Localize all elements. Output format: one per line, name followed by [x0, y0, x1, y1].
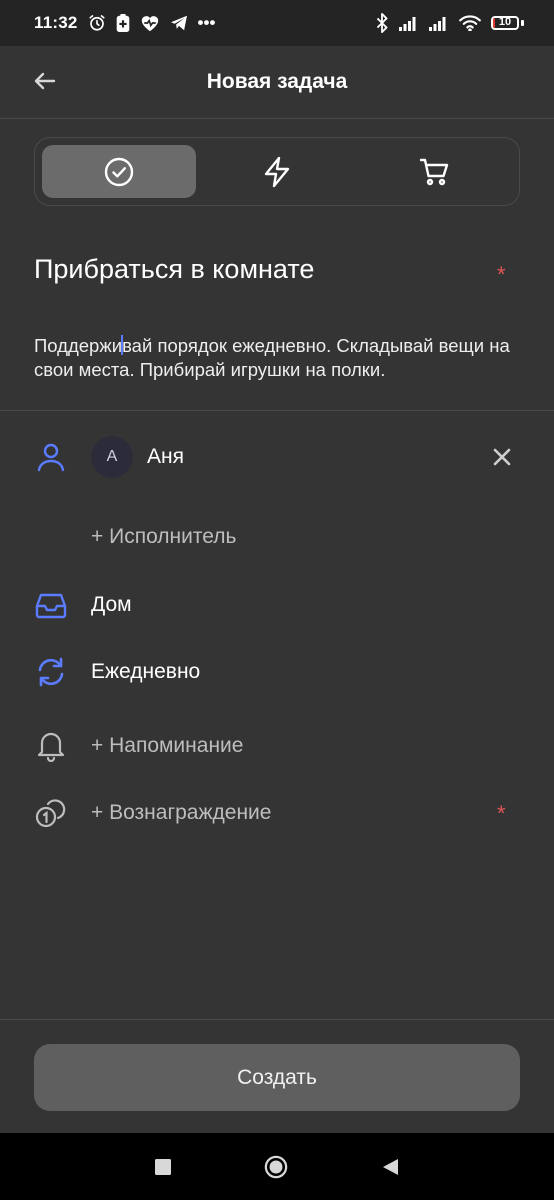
square-icon [155, 1159, 171, 1175]
category-label: Дом [91, 593, 132, 616]
status-bar: 11:32 ••• 10 [0, 0, 554, 46]
reminder-label: + Напоминание [91, 734, 244, 757]
home-circle-icon [264, 1155, 288, 1179]
user-icon [34, 440, 68, 474]
app-header: Новая задача [0, 46, 554, 118]
assignee-row: А Аня [0, 429, 554, 485]
wifi-icon [459, 15, 481, 31]
repeat-row[interactable]: Ежедневно [0, 644, 554, 700]
telegram-icon [170, 15, 188, 31]
bell-icon [34, 729, 68, 763]
inbox-icon [34, 588, 68, 622]
back-button[interactable] [28, 64, 62, 98]
navigation-bar [0, 1133, 554, 1200]
lightning-icon [264, 156, 290, 187]
coins-icon [34, 796, 68, 830]
close-icon [493, 448, 511, 466]
create-button[interactable]: Создать [34, 1044, 520, 1111]
shopping-cart-icon [419, 158, 449, 185]
header-divider [0, 118, 554, 119]
home-button[interactable] [264, 1155, 288, 1179]
refresh-icon [34, 655, 68, 689]
add-assignee-button[interactable]: + Исполнитель [0, 509, 554, 565]
bluetooth-icon [375, 13, 389, 33]
back-nav-button[interactable] [378, 1155, 402, 1179]
triangle-back-icon [383, 1159, 398, 1175]
signal-icon [399, 15, 419, 31]
battery-saver-icon [116, 14, 130, 32]
screen: 11:32 ••• 10 Новая задача Прибраться в к… [0, 0, 554, 1200]
more-icon: ••• [197, 13, 216, 32]
reward-row[interactable]: + Вознаграждение * [0, 785, 554, 841]
reminder-row[interactable]: + Напоминание [0, 718, 554, 774]
battery-icon: 10 [491, 16, 524, 30]
repeat-label: Ежедневно [91, 660, 201, 683]
check-circle-icon [104, 157, 134, 186]
category-row[interactable]: Дом [0, 577, 554, 633]
heart-icon [140, 14, 160, 32]
title-required-mark: * [497, 262, 506, 287]
description-divider [0, 410, 554, 411]
add-assignee-label: + Исполнитель [91, 525, 237, 548]
recents-button[interactable] [151, 1155, 175, 1179]
status-time: 11:32 [34, 13, 78, 32]
reward-required-mark: * [497, 801, 506, 826]
signal-icon [429, 15, 449, 31]
task-title-input[interactable]: Прибраться в комнате [34, 254, 474, 285]
avatar: А [91, 436, 133, 478]
alarm-icon [88, 14, 106, 32]
task-description-input[interactable]: Поддерживай порядок ежедневно. Складывай… [34, 334, 524, 382]
battery-level: 10 [498, 16, 512, 28]
reward-label: + Вознаграждение [91, 801, 272, 824]
remove-assignee-button[interactable] [488, 443, 516, 471]
assignee-name: Аня [147, 445, 184, 468]
task-type-selector [34, 137, 520, 206]
footer-divider [0, 1019, 554, 1020]
page-title: Новая задача [206, 70, 348, 93]
arrow-left-icon [34, 72, 56, 90]
task-type-purchase[interactable] [358, 145, 512, 198]
task-type-task[interactable] [42, 145, 196, 198]
task-type-challenge[interactable] [200, 145, 354, 198]
description-text-before: Поддержи [34, 335, 123, 356]
